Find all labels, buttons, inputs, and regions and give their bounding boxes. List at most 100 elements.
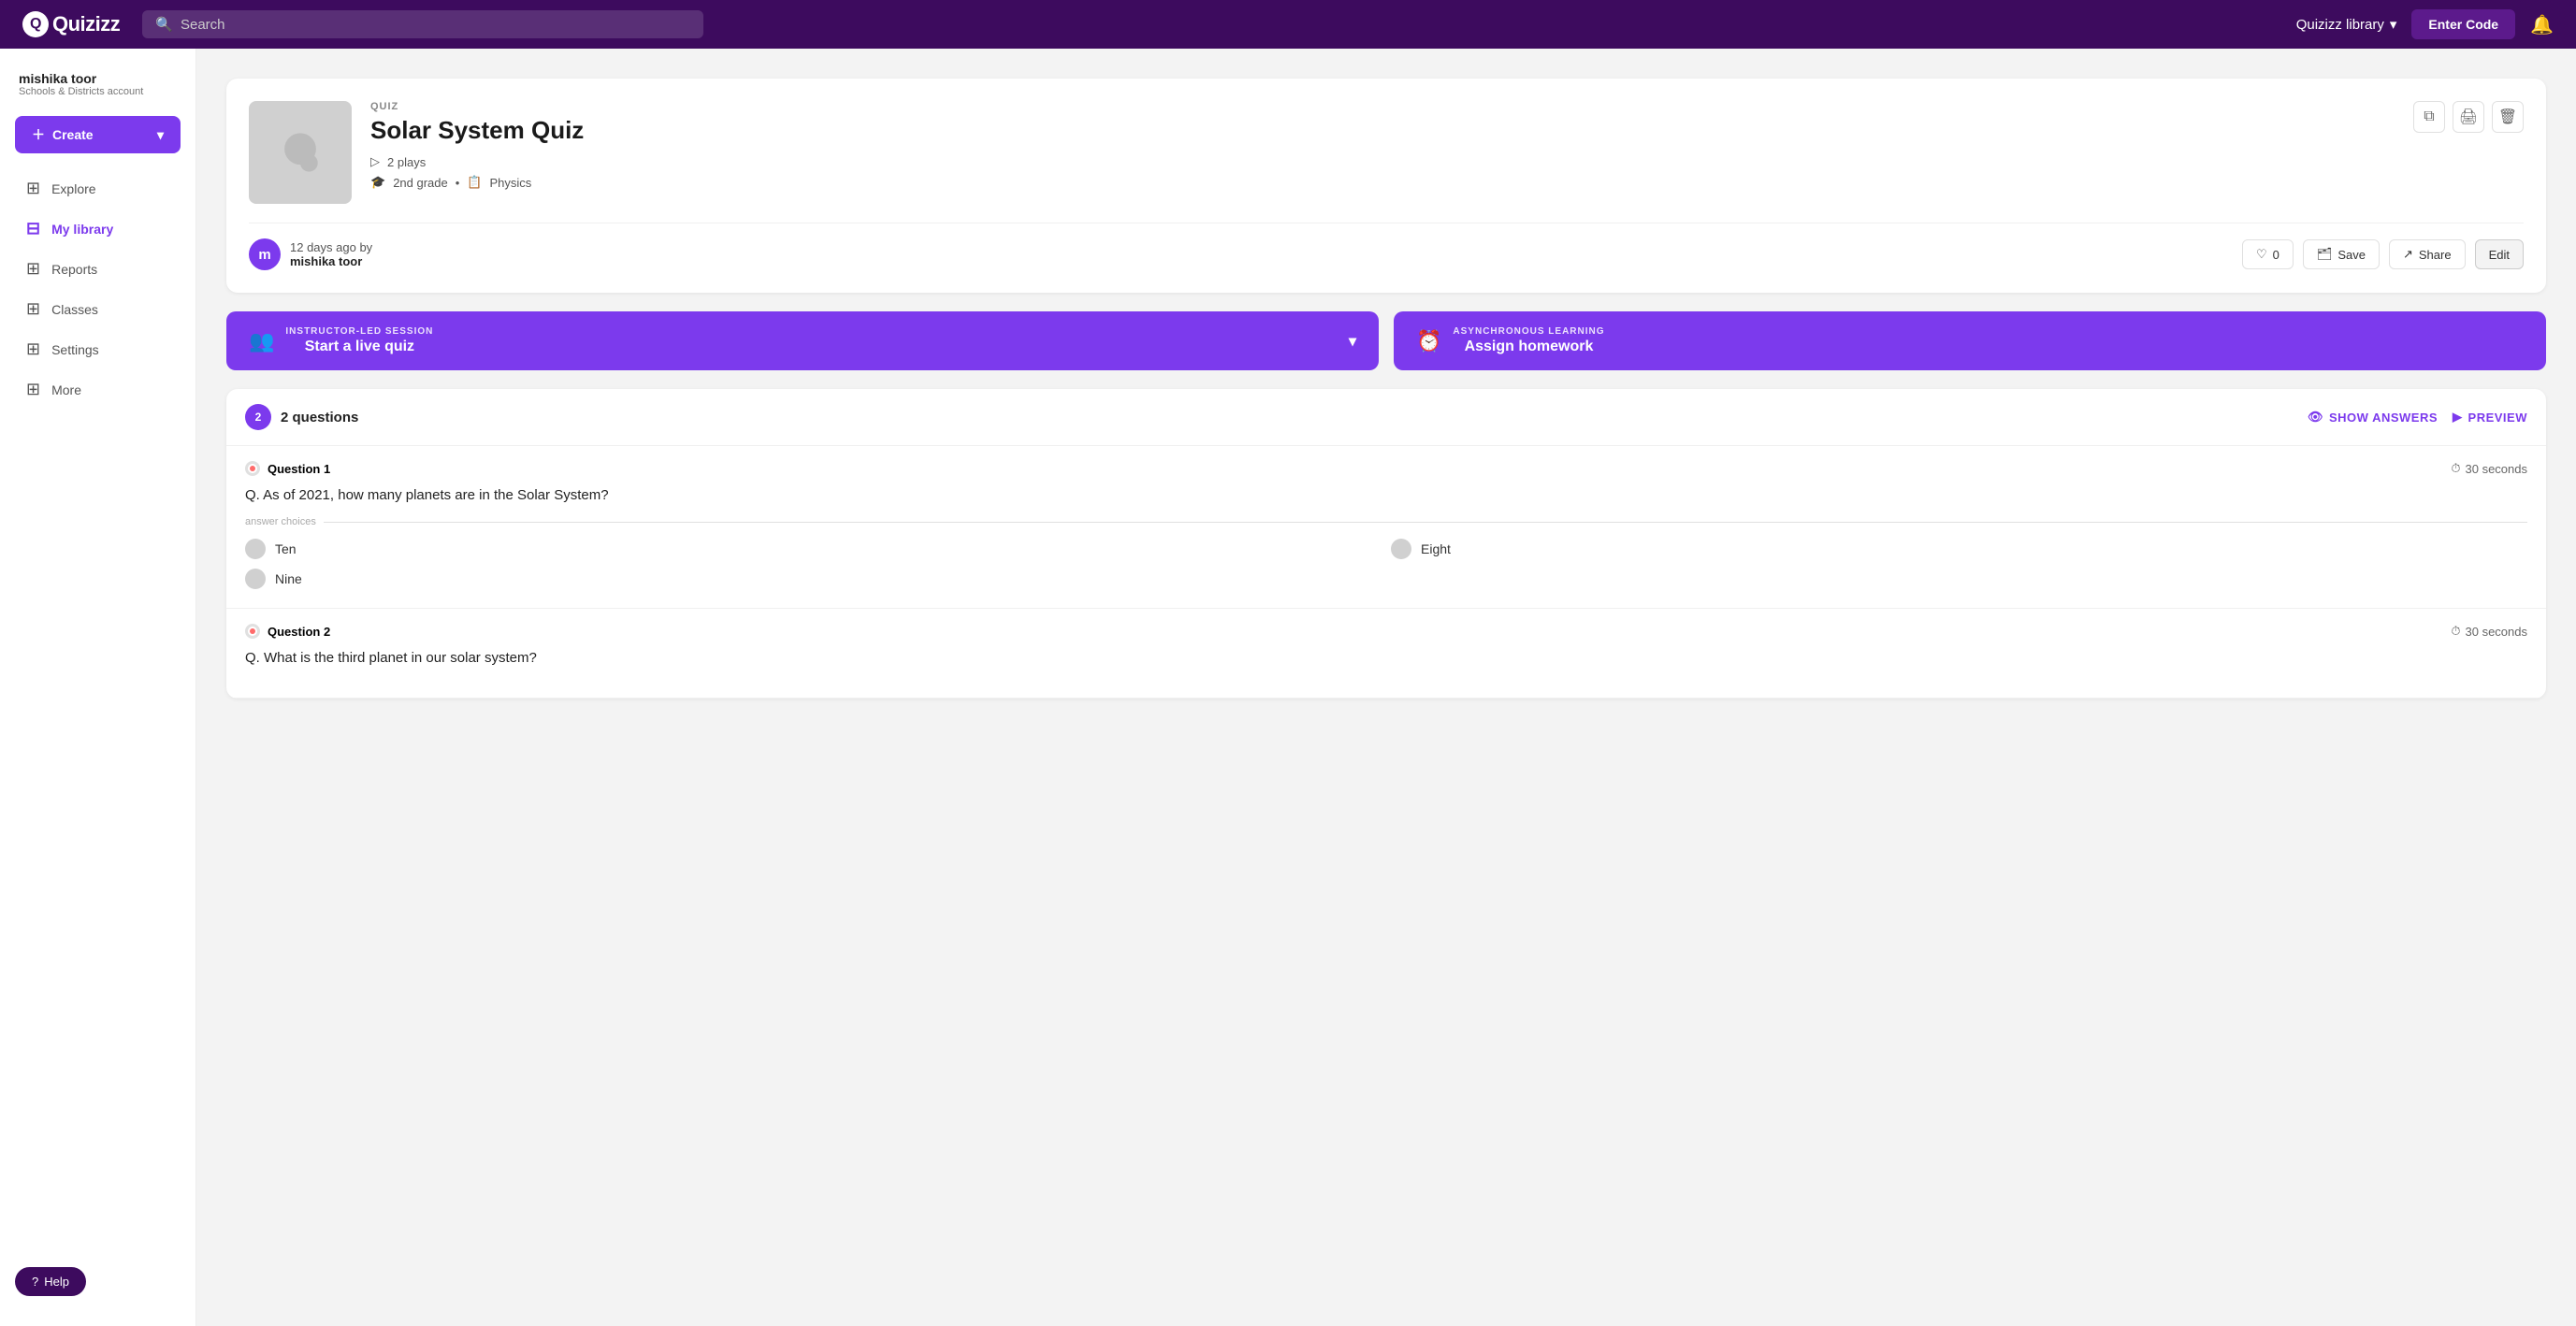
chevron-down-icon: ▾	[157, 127, 164, 143]
reports-icon: ⊞	[26, 259, 40, 279]
search-input[interactable]	[181, 17, 690, 33]
author-time: 12 days ago by	[290, 240, 372, 254]
quiz-card-top: QUIZ Solar System Quiz ▷ 2 plays 🎓 2nd g…	[249, 101, 2524, 204]
choice-radio-1	[245, 539, 266, 559]
questions-title: 2 2 questions	[245, 404, 358, 430]
like-count: 0	[2273, 248, 2279, 262]
create-button[interactable]: ＋ Create ▾	[15, 116, 181, 153]
like-button[interactable]: ♡ 0	[2242, 239, 2294, 269]
choice-eight: Eight	[1391, 539, 2527, 559]
enter-code-button[interactable]: Enter Code	[2411, 9, 2515, 39]
question-2-label: Question 2	[245, 624, 330, 639]
question-2-header: Question 2 ⏱ 30 seconds	[245, 624, 2527, 639]
questions-header: 2 2 questions 👁 SHOW ANSWERS ▶ PREVIEW	[226, 389, 2546, 446]
quiz-info: QUIZ Solar System Quiz ▷ 2 plays 🎓 2nd g…	[370, 101, 2524, 190]
sidebar-bottom: ? Help	[0, 1252, 195, 1311]
question-dot-inner	[250, 466, 255, 471]
plays-text: 2 plays	[387, 155, 426, 169]
sidebar-item-explore[interactable]: ⊞ Explore	[7, 169, 188, 208]
question-1-time-value: 30 seconds	[2466, 462, 2528, 476]
choice-ten: Ten	[245, 539, 1382, 559]
user-info: mishika toor Schools & Districts account	[0, 64, 195, 112]
question-2-text: Q. What is the third planet in our solar…	[245, 650, 2527, 666]
edit-button[interactable]: Edit	[2475, 239, 2524, 269]
preview-button[interactable]: ▶ PREVIEW	[2453, 410, 2527, 425]
print-icon: 🖨	[2459, 108, 2478, 126]
choice-radio-3	[245, 569, 266, 589]
sidebar-item-label: Classes	[51, 302, 98, 317]
homework-icon: ⏰	[1416, 329, 1441, 353]
grade-label: 2nd grade	[393, 176, 448, 190]
question-dot-icon-2	[245, 624, 260, 639]
user-name: mishika toor	[19, 71, 177, 86]
notification-bell-icon[interactable]: 🔔	[2530, 13, 2554, 36]
plus-icon: ＋	[32, 125, 45, 144]
play-icon: ▷	[370, 154, 380, 169]
search-icon: 🔍	[155, 16, 173, 33]
homework-text: ASYNCHRONOUS LEARNING Assign homework	[1453, 326, 1604, 355]
play-icon: ▶	[2453, 410, 2463, 425]
questions-section: 2 2 questions 👁 SHOW ANSWERS ▶ PREVIEW	[226, 389, 2546, 699]
question-2-time: ⏱ 30 seconds	[2451, 624, 2527, 639]
logo[interactable]: Q Quizizz	[22, 11, 120, 37]
choices-grid-1: Ten Eight	[245, 539, 2527, 559]
sidebar-item-my-library[interactable]: ⊟ My library	[7, 209, 188, 248]
trash-icon: 🗑	[2498, 108, 2517, 126]
create-label: Create	[52, 127, 94, 142]
sidebar-item-settings[interactable]: ⊞ Settings	[7, 330, 188, 368]
share-label: Share	[2419, 248, 2452, 262]
logo-text: Quizizz	[52, 12, 120, 36]
author-row: m 12 days ago by mishika toor	[249, 238, 372, 270]
help-button[interactable]: ? Help	[15, 1267, 86, 1296]
question-1-header: Question 1 ⏱ 30 seconds	[245, 461, 2527, 476]
help-label: Help	[44, 1275, 69, 1289]
share-icon: ↗	[2403, 247, 2413, 262]
quiz-type-label: QUIZ	[370, 101, 2524, 112]
user-account: Schools & Districts account	[19, 86, 177, 97]
questions-count-text: 2 questions	[281, 410, 358, 425]
preview-label: PREVIEW	[2468, 411, 2527, 425]
show-answers-label: SHOW ANSWERS	[2329, 411, 2438, 425]
live-quiz-sub-label: INSTRUCTOR-LED SESSION	[285, 326, 433, 337]
library-label: Quizizz library	[2296, 17, 2384, 33]
author-text: 12 days ago by mishika toor	[290, 240, 372, 268]
sidebar-item-label: Reports	[51, 262, 97, 277]
sidebar-item-reports[interactable]: ⊞ Reports	[7, 250, 188, 288]
subject-icon: 📋	[467, 175, 482, 190]
save-button[interactable]: 🗂 Save	[2303, 239, 2380, 269]
print-button[interactable]: 🖨	[2453, 101, 2484, 133]
delete-button[interactable]: 🗑	[2492, 101, 2524, 133]
question-dot-icon	[245, 461, 260, 476]
sidebar-item-label: Settings	[51, 342, 99, 357]
choice-nine-text: Nine	[275, 571, 302, 586]
sidebar-item-more[interactable]: ⊞ More	[7, 370, 188, 409]
questions-count-badge: 2	[245, 404, 271, 430]
quiz-plays: ▷ 2 plays	[370, 154, 2524, 169]
show-answers-button[interactable]: 👁 SHOW ANSWERS	[2308, 410, 2438, 425]
search-bar[interactable]: 🔍	[142, 10, 703, 38]
question-card-1: Question 1 ⏱ 30 seconds Q. As of 2021, h…	[226, 446, 2546, 609]
choice-radio-2	[1391, 539, 1411, 559]
edit-label: Edit	[2489, 248, 2510, 262]
assign-homework-button[interactable]: ⏰ ASYNCHRONOUS LEARNING Assign homework	[1394, 311, 2546, 370]
question-1-time: ⏱ 30 seconds	[2451, 461, 2527, 476]
start-live-quiz-button[interactable]: 👥 INSTRUCTOR-LED SESSION Start a live qu…	[226, 311, 1379, 370]
quiz-card: QUIZ Solar System Quiz ▷ 2 plays 🎓 2nd g…	[226, 79, 2546, 293]
choice-ten-text: Ten	[275, 541, 297, 556]
dot-separator: •	[456, 176, 460, 190]
library-button[interactable]: Quizizz library ▾	[2296, 16, 2397, 33]
sidebar-item-label: Explore	[51, 181, 95, 196]
sidebar-item-classes[interactable]: ⊞ Classes	[7, 290, 188, 328]
subject-label: Physics	[490, 176, 532, 190]
sidebar-item-label: More	[51, 382, 81, 397]
eye-icon: 👁	[2308, 410, 2323, 425]
help-icon: ?	[32, 1275, 38, 1289]
save-label: Save	[2337, 248, 2366, 262]
main-layout: mishika toor Schools & Districts account…	[0, 49, 2576, 1326]
copy-button[interactable]: ⧉	[2413, 101, 2445, 133]
library-icon: ⊟	[26, 219, 40, 238]
share-button[interactable]: ↗ Share	[2389, 239, 2466, 269]
sidebar: mishika toor Schools & Districts account…	[0, 49, 196, 1326]
quiz-thumb-icon	[272, 124, 328, 180]
chevron-down-icon: ▾	[2390, 16, 2397, 33]
